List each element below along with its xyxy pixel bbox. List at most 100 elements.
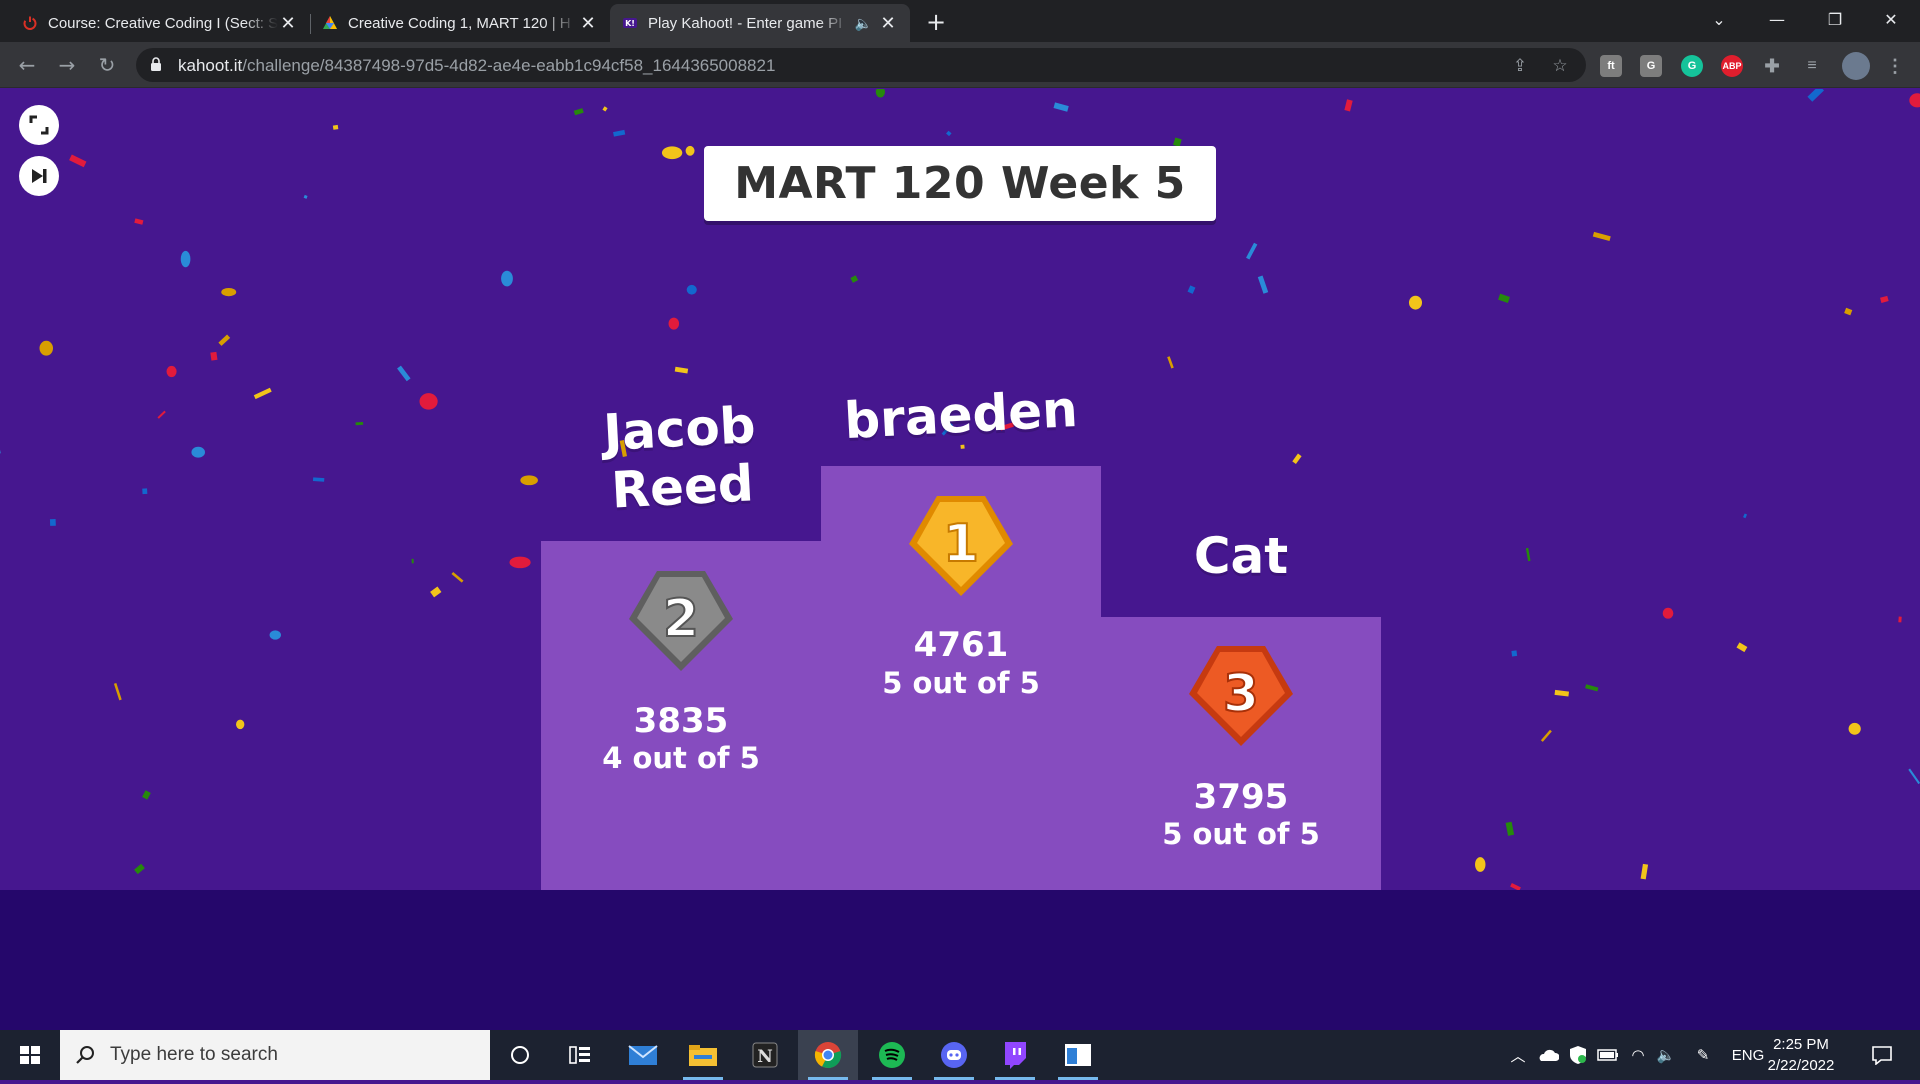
windows-logo-icon — [20, 1046, 40, 1064]
confetti-piece — [419, 393, 438, 410]
confetti-piece — [236, 719, 245, 730]
windows-app-icon[interactable] — [1048, 1030, 1108, 1080]
reload-button[interactable]: ↻ — [92, 50, 122, 80]
second-place-score: 3835 — [633, 701, 729, 741]
fullscreen-button[interactable] — [19, 105, 59, 145]
second-place-name: Jacob Reed — [538, 394, 824, 523]
audio-playing-icon[interactable]: 🔈 — [855, 15, 872, 32]
close-tab-icon[interactable]: ✕ — [578, 13, 598, 34]
start-button[interactable] — [0, 1030, 60, 1080]
third-place-correct: 5 out of 5 — [1162, 817, 1320, 851]
reading-list-icon[interactable]: ≡ — [1801, 55, 1823, 77]
close-window-button[interactable]: ✕ — [1862, 0, 1920, 42]
system-clock[interactable]: 2:25 PM 2/22/2022 — [1756, 1034, 1846, 1076]
task-view-icon[interactable] — [550, 1030, 610, 1080]
confetti-piece — [1880, 295, 1889, 303]
clock-time: 2:25 PM — [1773, 1036, 1829, 1053]
minimize-button[interactable]: — — [1748, 0, 1806, 42]
skip-button[interactable] — [19, 156, 59, 196]
bronze-medal-icon: 3 — [1189, 646, 1293, 746]
confetti-piece — [253, 387, 272, 400]
file-explorer-icon[interactable] — [673, 1030, 733, 1080]
bookmark-star-icon[interactable]: ☆ — [1550, 56, 1570, 76]
confetti-piece — [509, 556, 531, 569]
mail-icon[interactable] — [613, 1030, 673, 1080]
confetti-piece — [1662, 607, 1674, 619]
tab-search-chevron-icon[interactable]: ⌄ — [1690, 0, 1748, 42]
close-tab-icon[interactable]: ✕ — [878, 13, 898, 34]
confetti-piece — [501, 270, 513, 287]
close-tab-icon[interactable]: ✕ — [278, 13, 298, 34]
discord-icon[interactable] — [924, 1030, 984, 1080]
battery-icon[interactable] — [1594, 1030, 1622, 1080]
onedrive-icon[interactable] — [1534, 1030, 1562, 1080]
kahoot-podium-stage: MART 120 Week 5 Jacob Reed 2 3835 4 out … — [0, 89, 1920, 890]
taskbar-search-box[interactable]: Type here to search — [60, 1030, 490, 1080]
chrome-icon[interactable] — [798, 1030, 858, 1080]
profile-avatar[interactable] — [1842, 52, 1870, 80]
address-bar[interactable]: kahoot.it/challenge/84387498-97d5-4d82-a… — [136, 48, 1586, 82]
medal-number: 1 — [943, 514, 979, 574]
confetti-piece — [218, 334, 231, 346]
quiz-title-card: MART 120 Week 5 — [704, 146, 1216, 221]
twitch-icon[interactable] — [985, 1030, 1045, 1080]
confetti-piece — [602, 106, 608, 112]
restore-button[interactable]: ❐ — [1806, 0, 1864, 42]
confetti-piece — [142, 790, 151, 800]
spotify-icon[interactable] — [862, 1030, 922, 1080]
canvas-power-icon — [23, 16, 37, 30]
wifi-icon[interactable]: ◠ — [1624, 1030, 1652, 1080]
confetti-piece — [221, 287, 237, 297]
confetti-piece — [875, 89, 885, 98]
confetti-piece — [1246, 242, 1258, 260]
url-host: kahoot.it — [178, 56, 243, 75]
tab-title: Creative Coding 1, MART 120 | H — [348, 14, 571, 32]
confetti-piece — [661, 146, 683, 160]
confetti-piece — [166, 365, 177, 378]
confetti-piece — [668, 317, 680, 330]
chrome-menu-icon[interactable]: ⋮ — [1884, 55, 1906, 77]
skip-next-icon — [32, 169, 47, 183]
fab-icon[interactable]: ft — [1600, 55, 1622, 77]
show-hidden-icons-chevron[interactable]: ︿ — [1504, 1030, 1532, 1080]
extensions-puzzle-icon[interactable]: ✚ — [1761, 55, 1783, 77]
adblock-plus-icon[interactable]: ABP — [1721, 55, 1743, 77]
confetti-piece — [191, 446, 206, 458]
medal-number: 2 — [663, 589, 699, 649]
confetti-piece — [1909, 93, 1920, 108]
security-shield-icon[interactable] — [1564, 1030, 1592, 1080]
confetti-piece — [1848, 722, 1861, 735]
confetti-piece — [1585, 684, 1599, 692]
confetti-piece — [142, 488, 148, 495]
confetti-piece — [1525, 547, 1531, 562]
confetti-piece — [1844, 307, 1853, 316]
confetti-piece — [49, 519, 56, 526]
volume-icon[interactable]: 🔈 — [1652, 1030, 1680, 1080]
url-text[interactable]: kahoot.it/challenge/84387498-97d5-4d82-a… — [178, 56, 775, 76]
notification-center-icon[interactable] — [1862, 1030, 1902, 1080]
confetti-piece — [1640, 863, 1649, 880]
cortana-icon[interactable] — [490, 1030, 550, 1080]
confetti-piece — [1187, 285, 1196, 294]
pen-workspace-icon[interactable]: ✎ — [1688, 1030, 1718, 1080]
tab-creative-coding[interactable]: Creative Coding 1, MART 120 | H ✕ — [310, 4, 610, 42]
confetti-piece — [1908, 768, 1920, 785]
kahoot-logo-icon: K! — [623, 18, 637, 28]
tab-kahoot[interactable]: K! Play Kahoot! - Enter game PI 🔈 ✕ — [610, 4, 910, 42]
notion-icon[interactable]: N — [735, 1030, 795, 1080]
new-tab-button[interactable]: + — [922, 8, 950, 36]
url-path: /challenge/84387498-97d5-4d82-ae4e-eabb1… — [242, 56, 776, 75]
confetti-piece — [1736, 642, 1748, 653]
grammarly-icon[interactable]: G — [1681, 55, 1703, 77]
confetti-piece — [573, 108, 584, 116]
confetti-piece — [1592, 231, 1611, 242]
share-icon[interactable]: ⇪ — [1510, 56, 1530, 76]
forward-button[interactable]: → — [52, 50, 82, 80]
tab-course[interactable]: Course: Creative Coding I (Sect: S ✕ — [10, 4, 310, 42]
g-extension-icon[interactable]: G — [1640, 55, 1662, 77]
tab-title: Play Kahoot! - Enter game PI — [648, 14, 843, 32]
confetti-piece — [1510, 883, 1521, 890]
confetti-piece — [69, 154, 87, 168]
back-button[interactable]: ← — [12, 50, 42, 80]
lock-icon[interactable] — [150, 57, 162, 71]
